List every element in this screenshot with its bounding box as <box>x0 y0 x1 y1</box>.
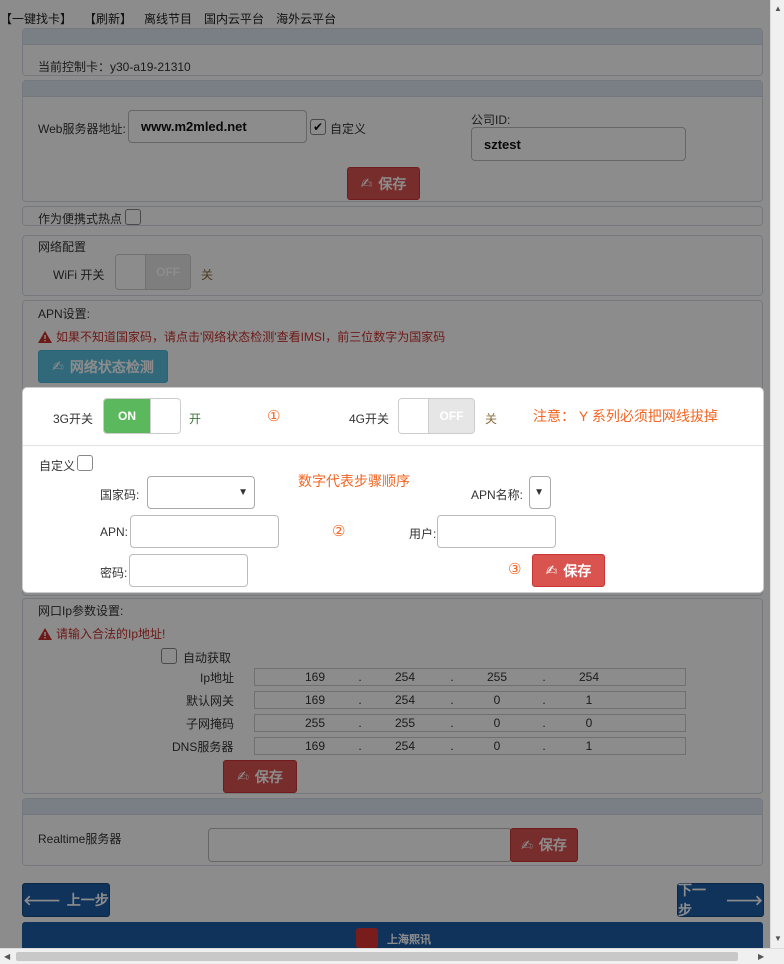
custom-label: 自定义 <box>39 459 76 473</box>
apn-name-label: APN名称: <box>471 488 524 502</box>
modal-dialog: 3G开关 ON 开 ① 4G开关 OFF 关 注意： Y 系列必须把网线拔掉 自… <box>22 387 764 593</box>
password-label: 密码: <box>100 566 128 580</box>
divider <box>23 445 763 446</box>
3g-state: 开 <box>189 412 202 426</box>
apn-input[interactable] <box>130 515 279 548</box>
horizontal-scrollbar[interactable]: ◀ ▶ <box>0 948 784 964</box>
scroll-right-icon[interactable]: ▶ <box>758 952 764 961</box>
scroll-up-icon[interactable]: ▲ <box>774 4 782 13</box>
3g-label: 3G开关 <box>53 412 94 426</box>
step-2-marker: ② <box>332 523 346 540</box>
toggle-knob <box>399 399 429 433</box>
caret-down-icon: ▼ <box>534 487 544 498</box>
user-input[interactable] <box>437 515 556 548</box>
step-3-marker: ③ <box>508 561 522 578</box>
scroll-thumb[interactable] <box>16 952 738 961</box>
modal-save-button[interactable]: ✍ 保存 <box>532 554 605 587</box>
custom-checkbox[interactable] <box>77 455 93 471</box>
apn-name-select[interactable]: ▼ <box>529 476 551 509</box>
caret-down-icon: ▼ <box>238 487 248 498</box>
save-icon: ✍ <box>545 562 558 578</box>
4g-toggle[interactable]: OFF <box>398 398 475 434</box>
vertical-scrollbar[interactable]: ▲ ▼ <box>770 0 784 948</box>
country-label: 国家码: <box>100 488 140 502</box>
step-1-marker: ① <box>267 408 281 425</box>
country-select[interactable]: ▼ <box>147 476 255 509</box>
apn-label: APN: <box>100 525 129 539</box>
notice-text: 注意： Y 系列必须把网线拔掉 <box>533 408 718 424</box>
4g-label: 4G开关 <box>349 412 390 426</box>
order-note: 数字代表步骤顺序 <box>298 473 410 489</box>
user-label: 用户: <box>409 527 437 541</box>
scroll-left-icon[interactable]: ◀ <box>4 952 10 961</box>
toggle-knob <box>150 399 180 433</box>
password-input[interactable] <box>129 554 248 587</box>
3g-toggle[interactable]: ON <box>103 398 181 434</box>
scroll-down-icon[interactable]: ▼ <box>774 934 782 943</box>
4g-state: 关 <box>485 412 498 426</box>
